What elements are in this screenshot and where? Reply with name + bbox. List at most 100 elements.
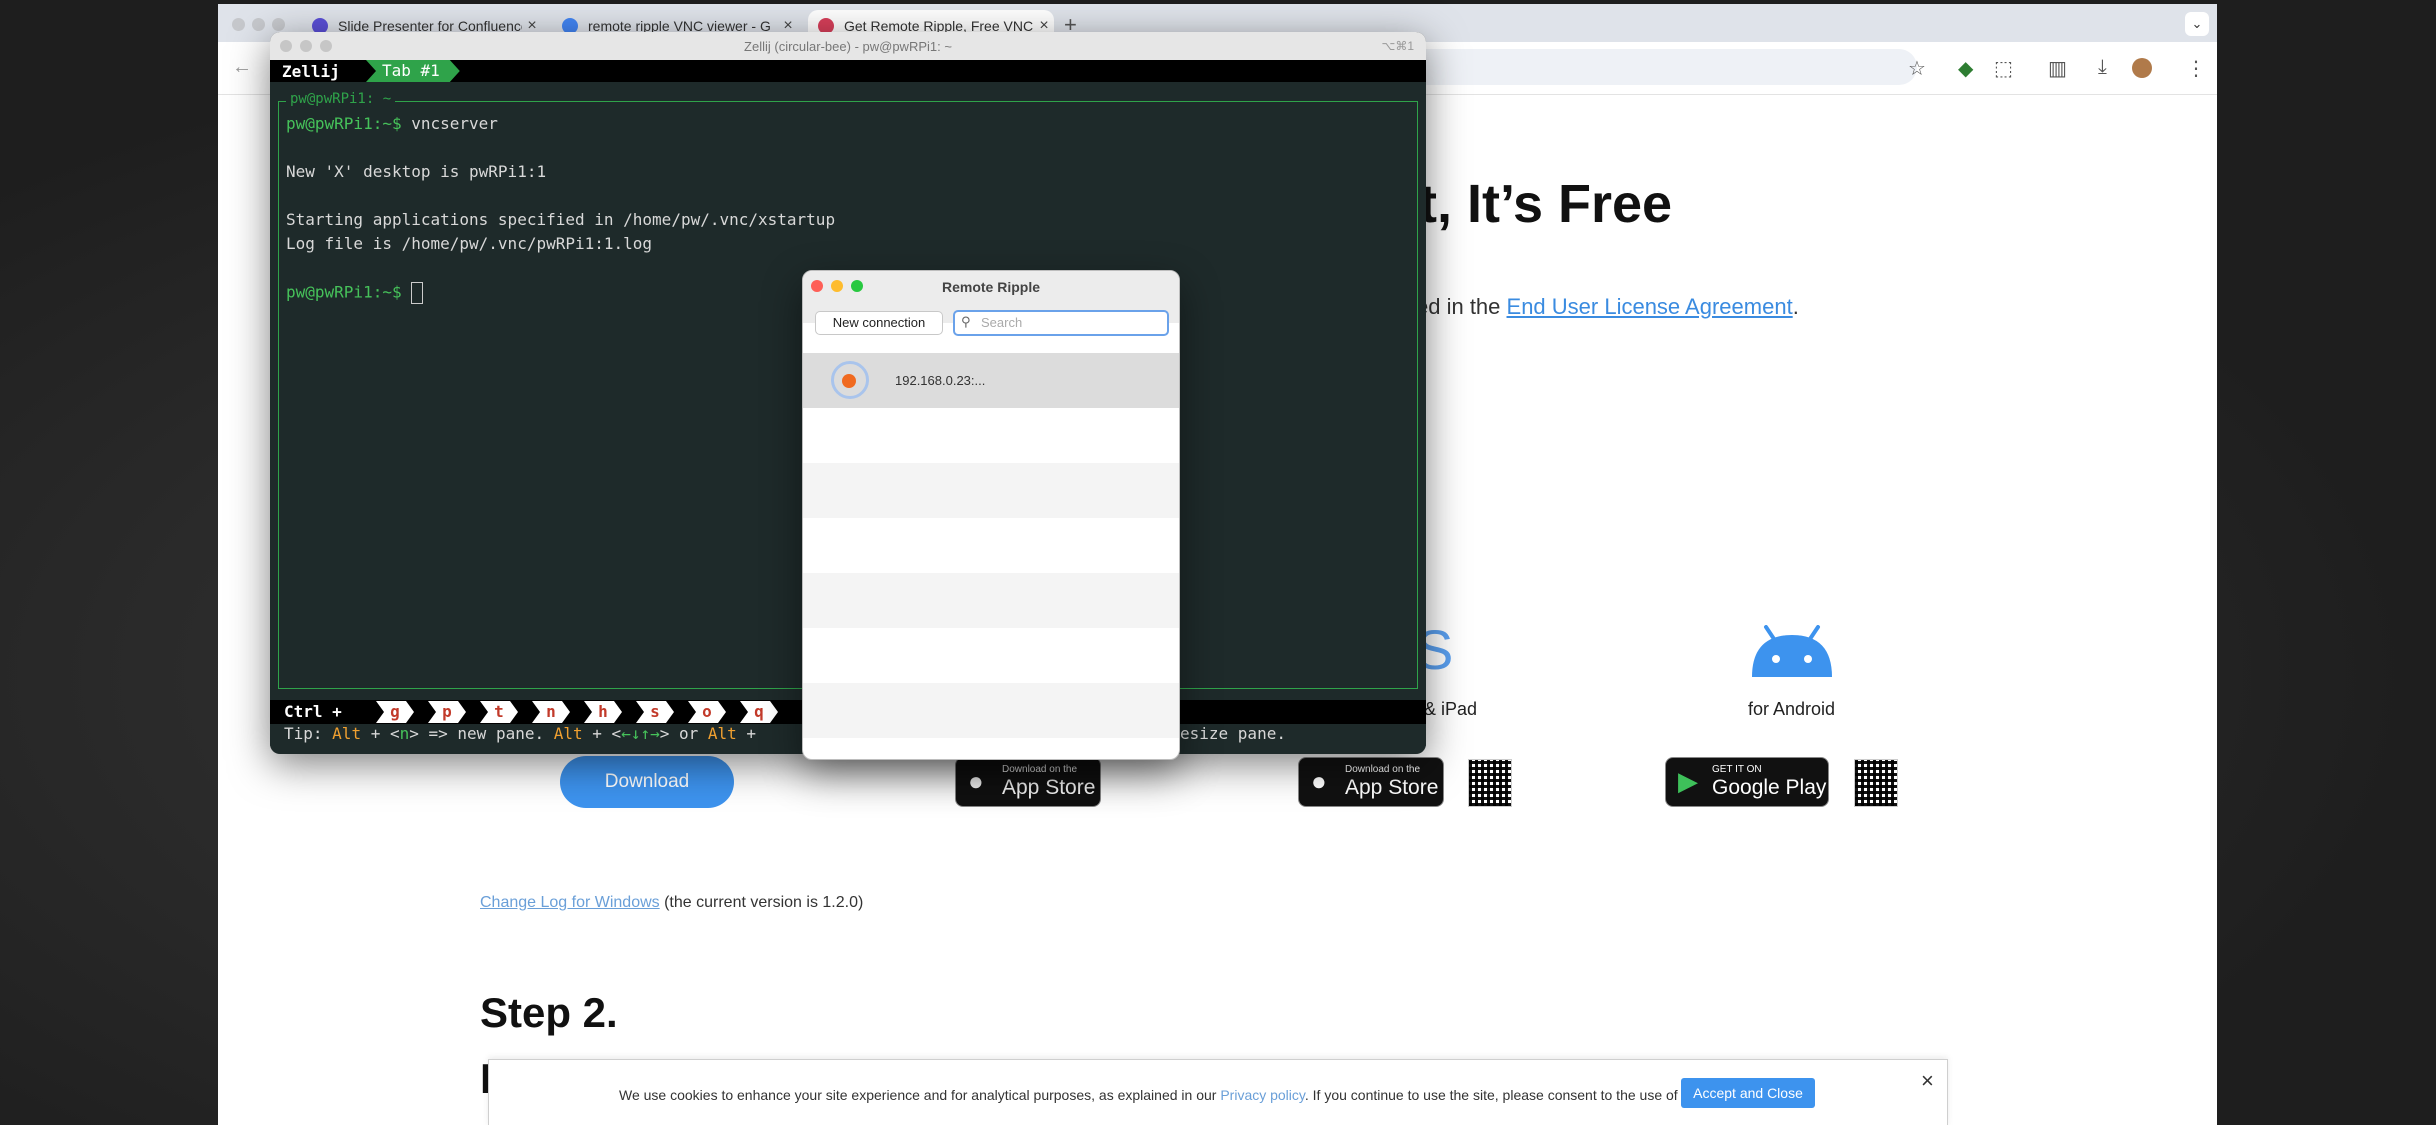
- app-store-badge-ios[interactable]: ● Download on the App Store: [1298, 757, 1444, 807]
- tip-tail-text: esize pane.: [1180, 724, 1286, 743]
- tip-text: +: [736, 724, 757, 743]
- puzzle-extensions-icon[interactable]: ⬚: [1994, 56, 2013, 81]
- window-close-light[interactable]: [232, 18, 245, 31]
- empty-row: [803, 408, 1179, 463]
- zellij-label: Zellij: [282, 62, 340, 81]
- eula-link[interactable]: End User License Agreement: [1507, 294, 1793, 319]
- terminal-line-4: Log file is /home/pw/.vnc/pwRPi1:1.log: [286, 234, 653, 253]
- tip-key-n: n: [399, 724, 410, 743]
- shell-prompt: pw@pwRPi1:~$: [286, 114, 402, 133]
- menu-kebab-icon[interactable]: ⋮: [2186, 56, 2206, 81]
- empty-row: [803, 628, 1179, 683]
- empty-row: [803, 573, 1179, 628]
- downloads-icon[interactable]: ⤓: [2098, 56, 2107, 79]
- step2-heading: Step 2.: [480, 989, 618, 1036]
- ios-qr-code: [1468, 759, 1512, 807]
- cookie-banner: We use cookies to enhance your site expe…: [488, 1059, 1948, 1125]
- ripple-connection-icon: [831, 361, 869, 399]
- ipad-label: & iPad: [1424, 699, 1478, 719]
- badge-small-text: GET IT ON: [1712, 764, 1762, 775]
- accept-and-close-button[interactable]: Accept and Close: [1681, 1078, 1815, 1108]
- tip-text: > => new pane.: [409, 724, 554, 743]
- badge-big-text: App Store: [1002, 776, 1096, 799]
- license-line: ed in the End User License Agreement.: [1416, 294, 1799, 320]
- terminal-title: Zellij (circular-bee) - pw@pwRPi1: ~: [744, 39, 952, 54]
- pane-title: pw@pwRPi1: ~: [286, 91, 396, 107]
- cookie-text-after: . If you continue to use the site, pleas…: [1304, 1087, 1733, 1103]
- license-prefix-text: ed in the: [1416, 294, 1507, 319]
- status-key-h: h: [584, 701, 622, 723]
- window-minimize-light[interactable]: [252, 18, 265, 31]
- cookie-close-icon[interactable]: ×: [1921, 1068, 1934, 1094]
- zellij-tab-bar: Zellij Tab #1: [270, 60, 1426, 82]
- status-key-n: n: [532, 701, 570, 723]
- extension-icon[interactable]: ◆: [1958, 56, 1973, 81]
- android-label: for Android: [1748, 699, 1836, 719]
- android-robot-icon: [1752, 625, 1832, 677]
- tip-alt-key: Alt: [553, 724, 583, 743]
- terminal-line-5: pw@pwRPi1:~$: [286, 282, 424, 304]
- command-text: vncserver: [401, 114, 498, 133]
- current-version-text: (the current version is 1.2.0): [659, 894, 864, 911]
- tip-alt-key: Alt: [707, 724, 737, 743]
- shell-prompt: pw@pwRPi1:~$: [286, 282, 402, 302]
- changelog-link[interactable]: Change Log for Windows: [480, 894, 660, 911]
- empty-row: [803, 463, 1179, 518]
- status-key-o: o: [688, 701, 726, 723]
- terminal-cursor: [411, 282, 424, 304]
- license-suffix-text: .: [1792, 294, 1799, 319]
- tab-search-chevron-icon[interactable]: ⌄: [2185, 12, 2209, 36]
- changelog-line: Change Log for Windows (the current vers…: [480, 894, 863, 912]
- window-zoom-light[interactable]: [272, 18, 285, 31]
- privacy-policy-link[interactable]: Privacy policy: [1220, 1087, 1305, 1103]
- zellij-tab-1[interactable]: Tab #1: [366, 60, 460, 82]
- badge-small-text: Download on the: [1002, 764, 1078, 775]
- connection-list: 192.168.0.23:...: [803, 353, 1179, 759]
- status-key-t: t: [480, 701, 518, 723]
- badge-big-text: Google Play: [1712, 776, 1827, 799]
- cookie-message: We use cookies to enhance your site expe…: [619, 1087, 1733, 1103]
- ctrl-label: Ctrl +: [284, 702, 342, 721]
- remote-ripple-titlebar[interactable]: Remote Ripple New connection ⚲ Search: [803, 271, 1179, 336]
- badge-big-text: App Store: [1345, 776, 1439, 799]
- terminal-line-2: New 'X' desktop is pwRPi1:1: [286, 162, 547, 181]
- terminal-shortcut: ⌥⌘1: [1381, 39, 1414, 53]
- connection-row[interactable]: 192.168.0.23:...: [803, 353, 1179, 408]
- badge-small-text: Download on the: [1345, 764, 1421, 775]
- status-key-p: p: [428, 701, 466, 723]
- page-heading: lt, It’s Free: [1404, 174, 1673, 234]
- status-key-s: s: [636, 701, 674, 723]
- bookmark-star-icon[interactable]: ☆: [1908, 56, 1926, 81]
- tip-label: Tip:: [284, 724, 333, 743]
- terminal-line-3: Starting applications specified in /home…: [286, 210, 836, 229]
- terminal-titlebar[interactable]: Zellij (circular-bee) - pw@pwRPi1: ~ ⌥⌘1: [270, 32, 1426, 60]
- cookie-text-before: We use cookies to enhance your site expe…: [619, 1087, 1221, 1103]
- download-button[interactable]: Download: [560, 756, 734, 808]
- apple-logo-icon: ●: [1311, 766, 1327, 796]
- remote-ripple-title: Remote Ripple: [941, 279, 1040, 295]
- apple-logo-icon: ●: [968, 766, 984, 796]
- profile-avatar[interactable]: [2132, 58, 2152, 78]
- play-triangle-icon: ▶: [1678, 766, 1698, 796]
- tip-alt-key: Alt: [332, 724, 362, 743]
- back-arrow-icon[interactable]: ←: [232, 56, 252, 79]
- terminal-line-1: pw@pwRPi1:~$ vncserver: [286, 114, 498, 133]
- remote-ripple-window: Remote Ripple New connection ⚲ Search 19…: [802, 270, 1180, 760]
- tip-text: + <: [361, 724, 400, 743]
- tip-arrow-keys: ←↓↑→: [621, 724, 660, 743]
- empty-row: [803, 738, 1179, 759]
- connection-search-input[interactable]: ⚲ Search: [953, 310, 1169, 336]
- search-placeholder: Search: [981, 315, 1023, 330]
- android-qr-code: [1854, 759, 1898, 807]
- tip-text: + <: [582, 724, 622, 743]
- side-panel-icon[interactable]: ▥: [2048, 56, 2067, 81]
- status-key-q: q: [740, 701, 778, 723]
- new-connection-button[interactable]: New connection: [815, 311, 943, 335]
- search-icon: ⚲: [961, 314, 971, 329]
- tip-text: > or: [659, 724, 708, 743]
- status-key-g: g: [376, 701, 414, 723]
- empty-row: [803, 683, 1179, 738]
- connection-address: 192.168.0.23:...: [895, 373, 986, 388]
- google-play-badge[interactable]: ▶ GET IT ON Google Play: [1665, 757, 1829, 807]
- app-store-badge-mac[interactable]: ● Download on the App Store: [955, 757, 1101, 807]
